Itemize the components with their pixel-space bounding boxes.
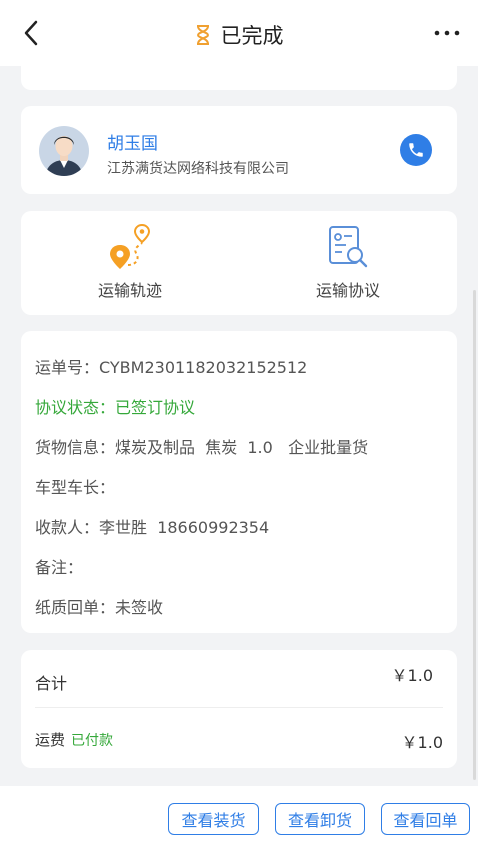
freight-label-group: 运费 已付款 (35, 729, 113, 750)
agreement-status-label: 协议状态： (35, 398, 116, 417)
transport-agreement-label: 运输协议 (315, 281, 380, 300)
goods-info-label: 货物信息： (35, 438, 116, 457)
total-amount: ￥1.0 (391, 666, 433, 685)
contact-name[interactable]: 胡玉国 (107, 129, 158, 154)
route-track-label: 运输轨迹 (97, 281, 162, 300)
view-loading-button[interactable]: 查看装货 (168, 803, 259, 835)
paper-receipt-row: 纸质回单：未签收 (35, 593, 457, 633)
page-title: 已完成 (220, 24, 284, 48)
route-track-action[interactable]: 运输轨迹 (21, 211, 239, 315)
freight-label: 运费 (35, 731, 66, 749)
bottom-action-bar: 查看装货 查看卸货 查看回单 (0, 786, 478, 850)
scrollbar[interactable] (473, 290, 476, 780)
vehicle-row: 车型车长： (35, 473, 457, 513)
payee-row: 收款人：李世胜 18660992354 (35, 513, 457, 553)
freight-row: 运费 已付款 ￥1.0 (35, 708, 443, 768)
payee-value: 李世胜 18660992354 (99, 518, 270, 537)
phone-icon (409, 143, 423, 157)
top-card (21, 56, 457, 90)
agreement-status-row: 协议状态：已签订协议 (35, 393, 457, 433)
paper-receipt-value: 未签收 (115, 598, 164, 617)
actions-card: 运输轨迹 运输协议 (21, 211, 457, 315)
total-label: 合计 (35, 674, 68, 693)
call-button[interactable] (400, 134, 432, 166)
more-dots-icon (434, 30, 460, 36)
totals-card: 合计 ￥1.0 运费 已付款 ￥1.0 (21, 650, 457, 768)
vehicle-label: 车型车长： (35, 478, 116, 497)
transport-agreement-action[interactable]: 运输协议 (239, 211, 457, 315)
payee-label: 收款人： (35, 518, 100, 537)
more-button[interactable] (432, 22, 462, 44)
paper-receipt-label: 纸质回单： (35, 598, 116, 617)
freight-amount: ￥1.0 (401, 733, 443, 752)
waybill-label: 运单号： (35, 358, 100, 377)
view-receipt-button[interactable]: 查看回单 (381, 803, 470, 835)
document-search-icon (324, 223, 372, 271)
contact-company: 江苏满货达网络科技有限公司 (107, 161, 289, 177)
route-pin-icon (106, 223, 154, 271)
remark-row: 备注： (35, 553, 457, 593)
goods-info-value: 煤炭及制品 焦炭 1.0 企业批量货 (115, 438, 369, 457)
waybill-number: CYBM2301182032152512 (99, 358, 308, 377)
total-row: 合计 ￥1.0 (35, 650, 443, 708)
goods-info-row: 货物信息：煤炭及制品 焦炭 1.0 企业批量货 (35, 433, 457, 473)
hourglass-icon (196, 25, 209, 45)
title-group: 已完成 (0, 20, 478, 50)
contact-card: 胡玉国 江苏满货达网络科技有限公司 (21, 106, 457, 194)
payment-status-badge: 已付款 (71, 733, 114, 749)
remark-label: 备注： (35, 558, 84, 577)
agreement-status-value: 已签订协议 (115, 398, 196, 417)
details-card: 运单号：CYBM2301182032152512 协议状态：已签订协议 货物信息… (21, 331, 457, 633)
view-unloading-button[interactable]: 查看卸货 (275, 803, 365, 835)
waybill-row: 运单号：CYBM2301182032152512 (35, 353, 457, 393)
avatar (39, 126, 89, 176)
